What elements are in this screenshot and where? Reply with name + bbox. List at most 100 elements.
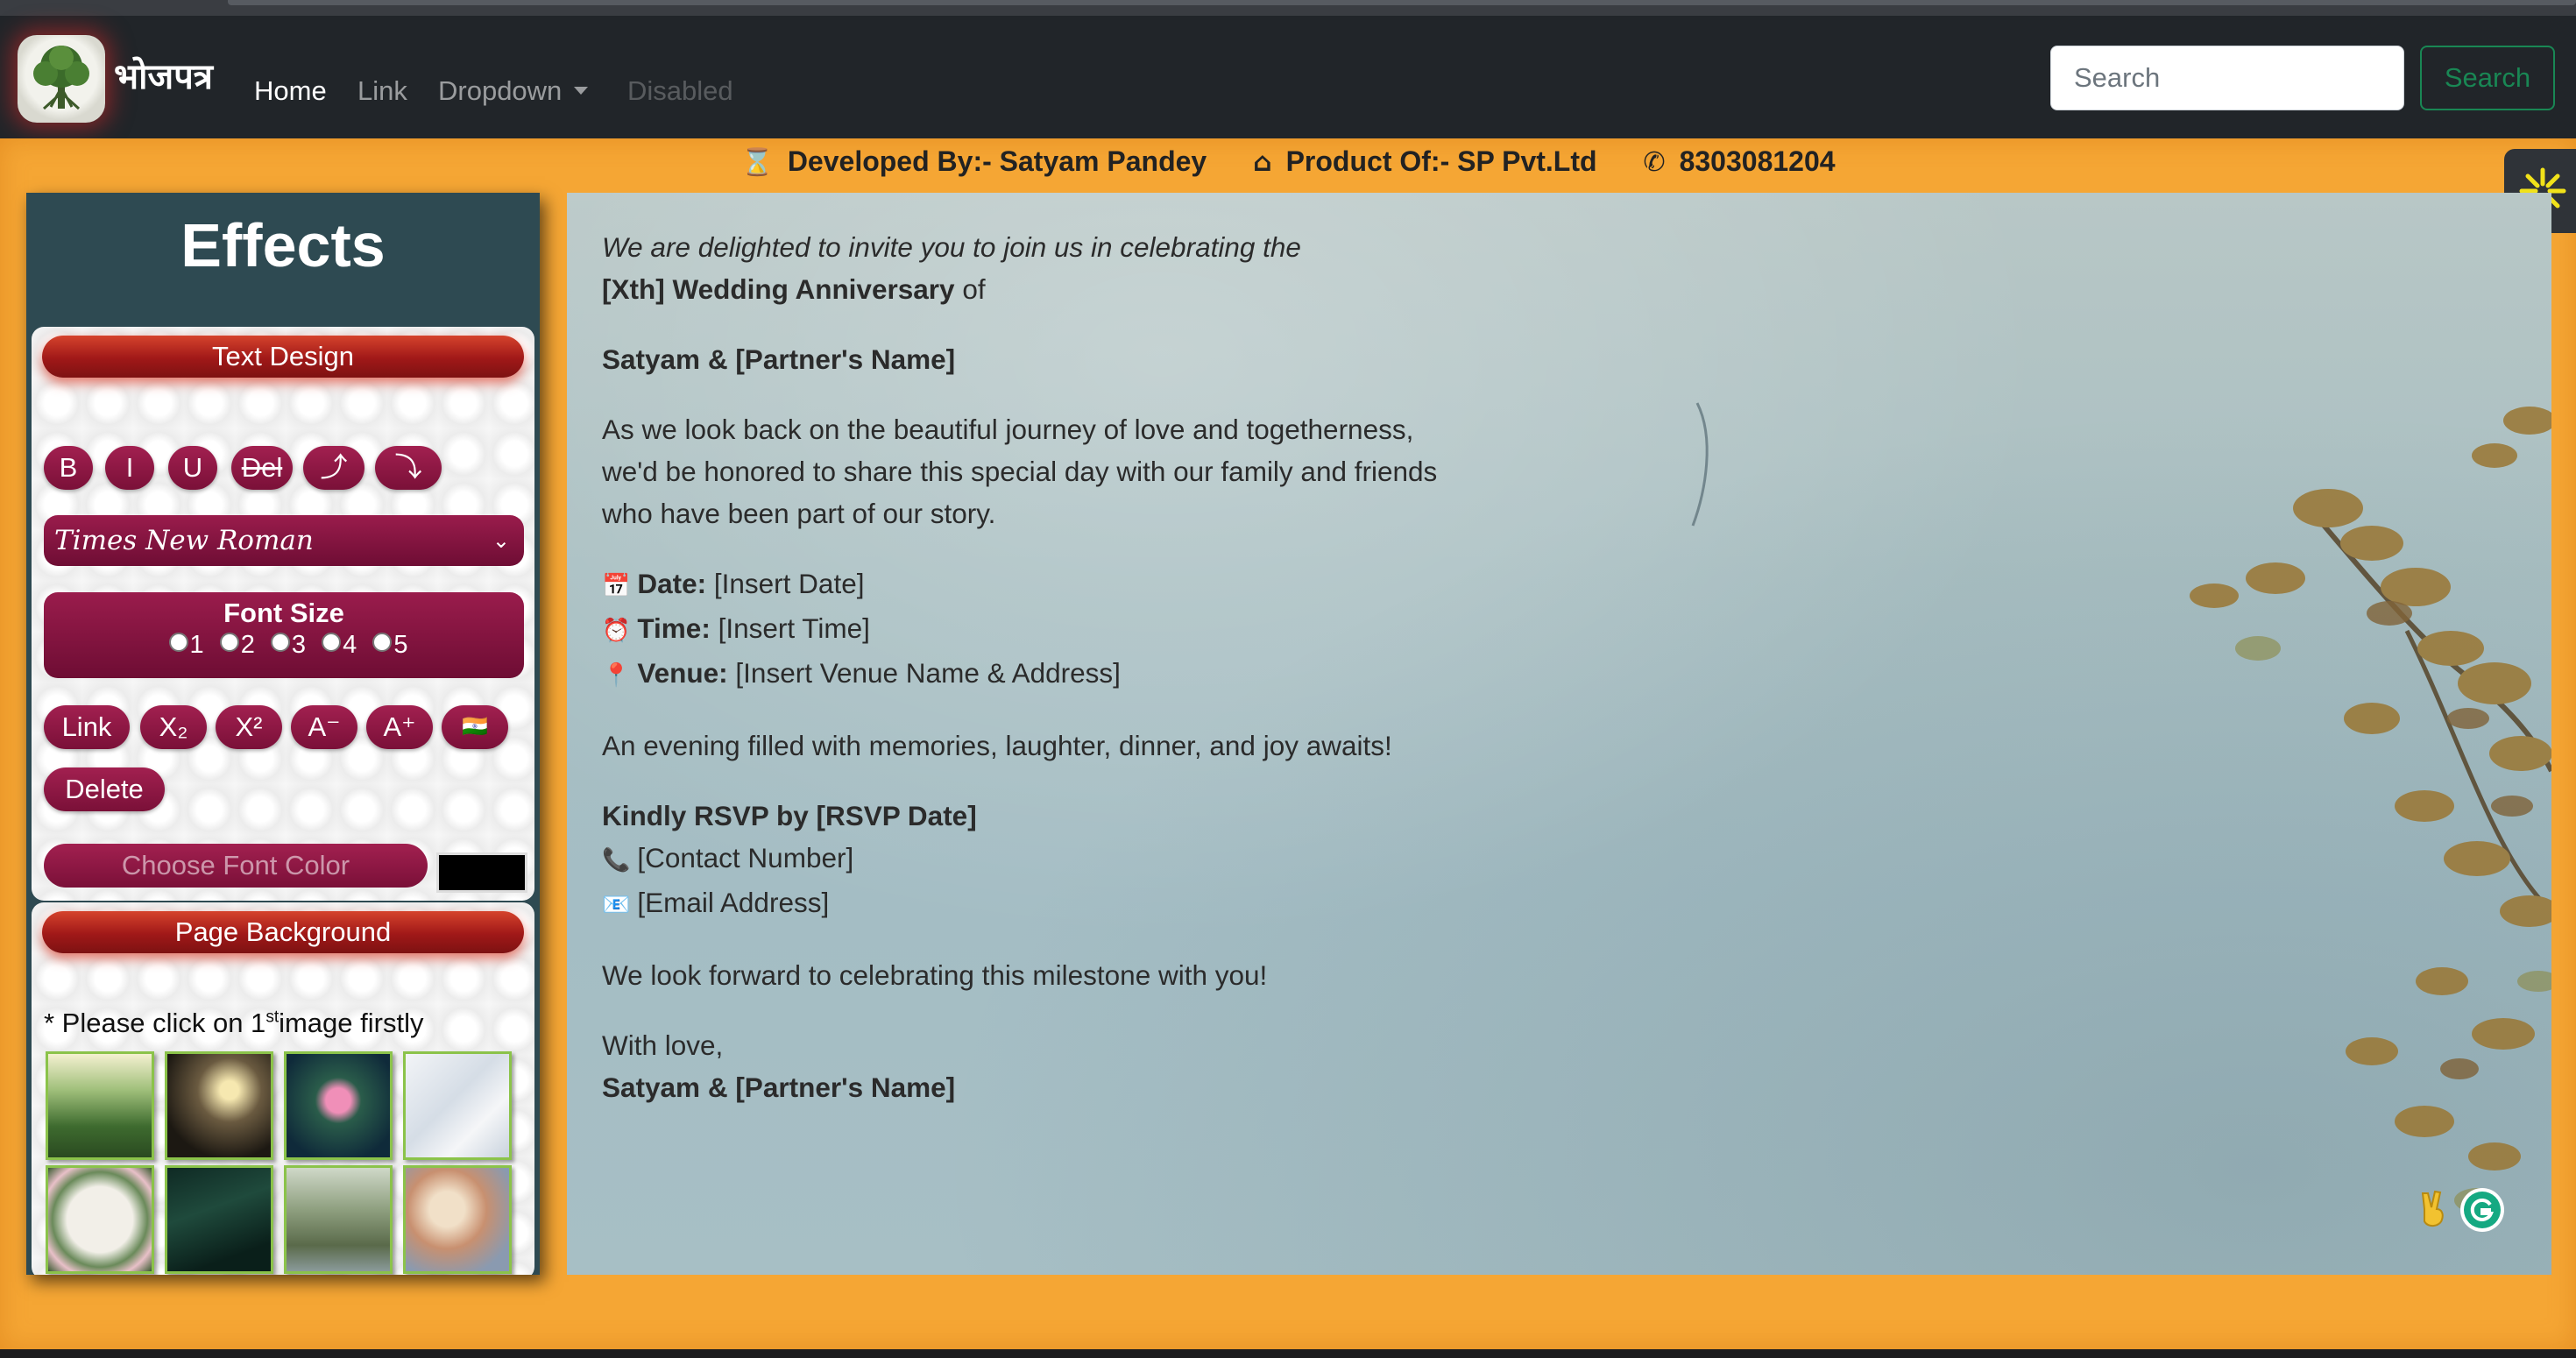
- anniversary-title: [Xth] Wedding Anniversary: [602, 273, 955, 305]
- paragraph-line: we'd be honored to share this special da…: [602, 456, 1438, 487]
- india-flag-icon: 🇮🇳: [462, 715, 488, 739]
- decrease-font-button[interactable]: A⁻: [291, 705, 357, 749]
- redo-button[interactable]: ⤵: [375, 446, 442, 490]
- background-thumb-lotus[interactable]: [284, 1051, 393, 1160]
- font-family-value: Times New Roman: [54, 525, 314, 556]
- font-size-radio-1[interactable]: [168, 633, 188, 652]
- phone-text: 8303081204: [1679, 145, 1836, 177]
- couple-names: Satyam & [Partner's Name]: [602, 338, 1437, 380]
- developer-text: Developed By:- Satyam Pandey: [787, 145, 1207, 177]
- background-thumb-fresco[interactable]: [403, 1165, 512, 1274]
- effects-panel: Effects Text Design B I U Del ⤴ ⤵ Times …: [26, 193, 540, 1275]
- background-thumb-flower-frame[interactable]: [46, 1165, 154, 1274]
- nav-dropdown[interactable]: Dropdown: [438, 75, 589, 107]
- credit-phone: ✆ 8303081204: [1643, 145, 1836, 178]
- background-thumb-landscape[interactable]: [284, 1165, 393, 1274]
- font-size-option-label: 4: [343, 631, 357, 659]
- font-size-option-label: 1: [189, 631, 204, 659]
- signoff: With love,: [602, 1029, 724, 1061]
- anniversary-of: of: [954, 273, 986, 305]
- increase-font-button[interactable]: A⁺: [366, 705, 433, 749]
- language-flag-button[interactable]: 🇮🇳: [442, 705, 508, 749]
- font-size-label: Font Size: [223, 598, 344, 628]
- time-label: Time:: [637, 612, 711, 644]
- background-note: * Please click on 1stimage firstly: [44, 1008, 423, 1039]
- browser-tab-bar: [228, 0, 2576, 5]
- text-design-card: Text Design B I U Del ⤴ ⤵ Times New Roma…: [32, 327, 534, 901]
- alarm-clock-icon: ⏰: [602, 618, 631, 644]
- credits-bar: ⌛ Developed By:- Satyam Pandey ⌂ Product O…: [0, 145, 2576, 178]
- font-size-option-label: 3: [291, 631, 307, 659]
- pin-icon: 📍: [602, 662, 631, 689]
- bold-button[interactable]: B: [44, 446, 93, 490]
- tree-logo-icon: [33, 46, 89, 110]
- hourglass-icon: ⌛: [740, 147, 774, 178]
- subscript-button[interactable]: X₂: [140, 705, 207, 749]
- link-button[interactable]: Link: [44, 705, 130, 749]
- font-color-picker[interactable]: [436, 852, 527, 893]
- font-family-select[interactable]: Times New Roman ⌄: [44, 515, 524, 566]
- superscript-button[interactable]: X²: [216, 705, 282, 749]
- time-value: [Insert Time]: [710, 612, 870, 644]
- invite-line1: We are delighted to invite you to join u…: [602, 231, 1301, 263]
- rsvp-line: Kindly RSVP by [RSVP Date]: [602, 800, 977, 831]
- invitation-canvas[interactable]: We are delighted to invite you to join u…: [567, 193, 2551, 1275]
- invite-intro: We are delighted to invite you to join u…: [602, 226, 1437, 310]
- browser-top-strip: [0, 0, 2576, 16]
- house-icon: ⌂: [1253, 147, 1272, 178]
- invitation-text[interactable]: We are delighted to invite you to join u…: [602, 226, 1437, 1136]
- font-size-radio-4[interactable]: [322, 633, 342, 652]
- effects-title: Effects: [180, 211, 386, 279]
- page-background-card: Page Background * Please click on 1stima…: [32, 902, 534, 1275]
- event-details: 📅 Date: [Insert Date] ⏰ Time: [Insert Time…: [602, 562, 1437, 697]
- nav-home[interactable]: Home: [254, 75, 327, 107]
- background-thumb-marble[interactable]: [403, 1051, 512, 1160]
- signoff-block: With love, Satyam & [Partner's Name]: [602, 1024, 1437, 1108]
- note-suffix: image firstly: [279, 1008, 424, 1038]
- delete-button[interactable]: Delete: [44, 767, 165, 811]
- strikethrough-button[interactable]: Del: [231, 446, 293, 490]
- credit-product: ⌂ Product Of:- SP Pvt.Ltd: [1253, 145, 1596, 178]
- background-thumb-mountain[interactable]: [46, 1051, 154, 1160]
- chevron-down-icon: ⌄: [492, 528, 510, 553]
- navbar: भोजपत्र Home Link Dropdown Disabled Sear…: [0, 16, 2576, 138]
- logo[interactable]: [18, 35, 105, 123]
- paragraph-line: who have been part of our story.: [602, 498, 996, 529]
- signature: Satyam & [Partner's Name]: [602, 1072, 956, 1103]
- phone-icon: 📞: [602, 847, 631, 874]
- search-input[interactable]: [2050, 46, 2404, 110]
- font-size-radio-2[interactable]: [219, 633, 239, 652]
- peace-hand-icon[interactable]: [2416, 1190, 2451, 1228]
- background-thumb-dark-leaves[interactable]: [165, 1165, 273, 1274]
- caret-down-icon: [574, 87, 589, 95]
- nav-dropdown-label: Dropdown: [438, 75, 563, 106]
- font-size-radio-5[interactable]: [372, 633, 393, 652]
- rsvp-block: Kindly RSVP by [RSVP Date] 📞 [Contact Num…: [602, 795, 1437, 926]
- page-background-header: Page Background: [42, 911, 524, 953]
- date-value: [Insert Date]: [706, 568, 865, 599]
- font-color-label: Choose Font Color: [44, 844, 428, 888]
- calendar-icon: 📅: [602, 573, 631, 599]
- font-size-option-label: 5: [393, 631, 408, 659]
- credit-developer: ⌛ Developed By:- Satyam Pandey: [740, 145, 1207, 178]
- underline-button[interactable]: U: [168, 446, 217, 490]
- grammarly-icon[interactable]: [2459, 1187, 2505, 1233]
- venue-label: Venue:: [637, 657, 728, 689]
- contact-number: [Contact Number]: [637, 842, 854, 874]
- invite-paragraph: As we look back on the beautiful journey…: [602, 408, 1437, 534]
- brand-name[interactable]: भोजपत्र: [114, 51, 213, 99]
- font-size-radio-3[interactable]: [270, 633, 290, 652]
- background-thumb-couple[interactable]: [165, 1051, 273, 1160]
- italic-button[interactable]: I: [105, 446, 154, 490]
- closing-line: We look forward to celebrating this mile…: [602, 959, 1268, 991]
- nav-disabled: Disabled: [627, 75, 733, 106]
- phone-icon: ✆: [1643, 147, 1666, 178]
- note-sup: st: [265, 1008, 280, 1027]
- nav-link[interactable]: Link: [357, 75, 407, 107]
- undo-button[interactable]: ⤴: [303, 446, 364, 490]
- font-size-option-label: 2: [240, 631, 255, 659]
- search-button[interactable]: Search: [2420, 46, 2555, 110]
- paragraph-line: As we look back on the beautiful journey…: [602, 414, 1414, 445]
- email-address: [Email Address]: [637, 887, 830, 918]
- couple-names-text: Satyam & [Partner's Name]: [602, 343, 956, 375]
